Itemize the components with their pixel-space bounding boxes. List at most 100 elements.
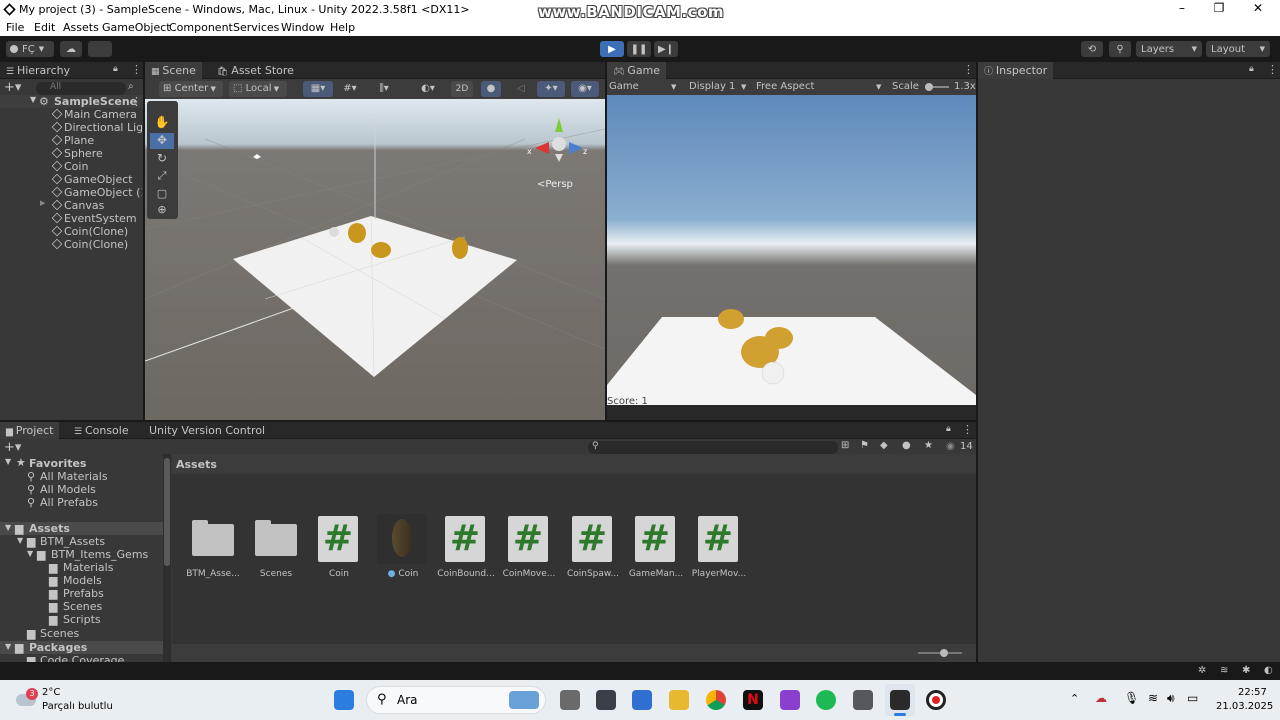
minimize-button[interactable]: – [1172,1,1192,19]
progress-icon[interactable]: ≋ [1220,665,1228,676]
chrome-icon[interactable] [706,690,726,710]
debug-icon[interactable]: ✱ [1242,665,1250,676]
kebab-menu-icon[interactable]: ⋮ [131,63,142,76]
perspective-label[interactable]: <Persp [537,179,573,190]
expand-arrow-icon[interactable]: ▶ [40,199,45,207]
sphere-object[interactable] [329,227,339,237]
tab-console[interactable]: ☰ Console [74,422,129,439]
unity-editor-taskbar-item[interactable] [885,684,915,716]
list-item[interactable]: Coin [0,160,143,173]
breadcrumb-assets[interactable]: Assets [176,458,217,471]
list-item[interactable]: ▆ Scenes [0,600,163,613]
menu-edit[interactable]: Edit [34,21,55,34]
rotate-tool-button[interactable]: ↻ [150,151,174,167]
aspect-dropdown[interactable]: Free Aspect ▼ [756,80,886,94]
microphone-icon[interactable]: 🎙︎ [1124,691,1139,705]
list-item[interactable]: ▆ Scripts [0,613,163,626]
list-item[interactable]: GameObject (1) [0,186,143,199]
app-icon[interactable] [632,690,652,710]
scrollbar-thumb[interactable] [164,458,170,566]
hierarchy-search-input[interactable]: All [36,82,126,95]
menu-window[interactable]: Window [281,21,324,34]
list-item[interactable]: ▆ Materials [0,561,163,574]
kebab-menu-icon[interactable]: ⋮ [1267,63,1278,76]
orientation-gizmo[interactable]: x z [525,114,595,169]
clock-time[interactable]: 22:57 [1238,687,1267,698]
menu-services[interactable]: Services [233,21,279,34]
scene-viewport[interactable]: ✋ ✥ ↻ ⤢ ▢ ⊕ x z <Persp [145,99,605,420]
audio-toggle[interactable]: ◁ [511,81,531,97]
favorites-header[interactable]: Favorites [29,457,86,470]
scene-row[interactable]: ▼ ⚙ SampleScene ⋮ [0,95,143,108]
file-explorer-icon[interactable] [669,690,689,710]
expand-arrow-icon[interactable]: ▼ [5,457,11,466]
list-item[interactable]: Coin(Clone) [0,225,143,238]
warning-icon[interactable]: ● [902,440,911,451]
tab-project[interactable]: ▆ Project [0,422,60,439]
toggle-2d-button[interactable]: 2D [451,81,473,97]
visibility-icon[interactable]: ◉ [946,441,955,452]
account-dropdown[interactable]: FÇ ▼ [6,41,54,57]
lock-icon[interactable]: 🔒︎ [113,64,118,74]
move-tool-button[interactable]: ✥ [150,133,174,149]
speaker-icon[interactable]: 🔊︎ [1167,691,1175,706]
pause-button[interactable]: ❚❚ [627,41,651,57]
slider-thumb[interactable] [925,83,933,91]
weather-widget[interactable]: 3 [14,688,38,710]
create-button[interactable]: +▾ [4,440,21,455]
spotify-icon[interactable] [816,690,836,710]
search-by-type-icon[interactable]: ⊞ [841,440,849,451]
list-item[interactable]: ▆ Scenes [0,627,163,640]
menu-file[interactable]: File [6,21,24,34]
list-item[interactable]: ▆ Code Coverage [0,654,163,662]
grid-snap-button[interactable]: ▦▾ [303,81,333,97]
list-item[interactable]: Main Camera [0,108,143,121]
menu-help[interactable]: Help [330,21,355,34]
slider-thumb[interactable] [940,649,948,657]
list-item[interactable]: Sphere [0,147,143,160]
battery-icon[interactable]: ▭ [1187,691,1198,705]
coin-object[interactable] [348,223,366,243]
scale-tool-button[interactable]: ⤢ [150,169,174,185]
layout-dropdown[interactable]: Layout ▼ [1206,41,1270,57]
plane-object[interactable] [233,216,517,377]
lighting-toggle[interactable]: ● [481,81,501,97]
list-item[interactable]: ⚲ All Models [0,483,163,496]
list-item[interactable]: GameObject [0,173,143,186]
expand-arrow-icon[interactable]: ▼ [17,536,23,545]
expand-arrow-icon[interactable]: ▼ [5,523,11,532]
chevron-up-icon[interactable]: ⌃ [1070,692,1079,705]
play-button[interactable]: ▶ [600,41,624,57]
list-item[interactable]: ▼ ▆ BTM_Assets [0,535,163,548]
visual-studio-icon[interactable] [780,690,800,710]
security-icon[interactable]: ☁ [1095,691,1107,705]
rect-tool-button[interactable]: ▢ [150,187,174,203]
align-button[interactable]: ⫼▾ [369,81,399,97]
expand-arrow-icon[interactable]: ▼ [30,95,36,104]
expand-arrow-icon[interactable]: ▼ [27,549,33,558]
scale-slider[interactable] [925,83,949,91]
cloud-button[interactable]: ☁ [60,41,82,57]
unity-icon[interactable] [853,690,873,710]
tree-item-packages[interactable]: ▼ ▆ Packages [0,641,163,654]
list-item[interactable]: Directional Light [0,121,143,134]
effects-toggle[interactable]: ✦▾ [537,81,565,97]
step-button[interactable]: ▶❙ [654,41,678,57]
pivot-dropdown[interactable]: ⊞ Center ▼ [159,81,223,97]
list-item[interactable]: EventSystem [0,212,143,225]
display-dropdown[interactable]: Display 1 ▼ [689,80,751,94]
tab-version-control[interactable]: Unity Version Control [149,422,265,439]
visibility-toggle[interactable]: ◉▾ [571,81,599,97]
lock-icon[interactable]: 🔒︎ [946,424,951,434]
project-search-input[interactable]: ⚲ [588,441,838,454]
tab-hierarchy[interactable]: ☰ Hierarchy [6,62,70,79]
expand-arrow-icon[interactable]: ▼ [5,642,11,651]
tab-scene[interactable]: ▦ Scene [145,62,202,79]
list-item[interactable]: ▶ Canvas [0,199,143,212]
kebab-menu-icon[interactable]: ⋮ [963,63,974,76]
collab-button[interactable] [88,41,112,57]
bandicam-icon[interactable] [926,690,946,710]
tab-asset-store[interactable]: 🛍︎ Asset Store [217,62,294,79]
search-button[interactable]: ⚲ [1109,41,1131,57]
icon-size-slider[interactable] [918,649,962,657]
